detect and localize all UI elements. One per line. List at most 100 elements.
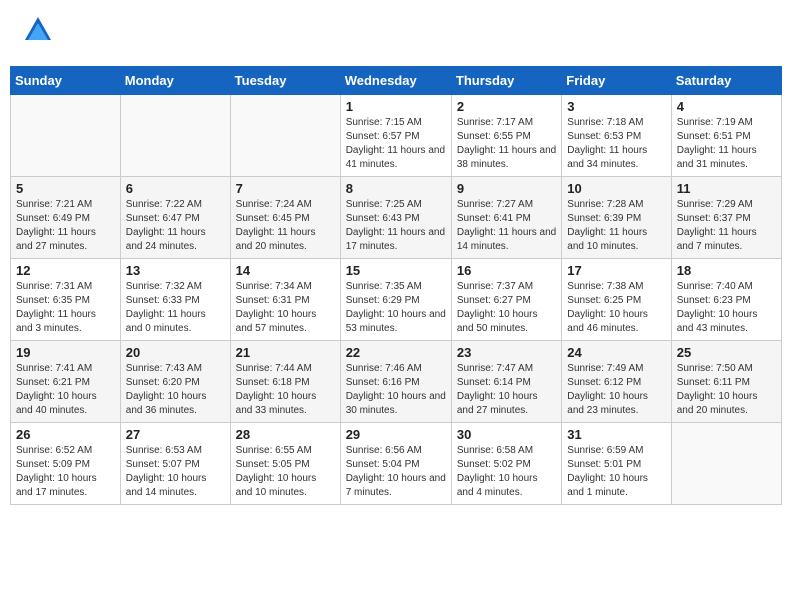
day-info: Sunrise: 7:41 AM Sunset: 6:21 PM Dayligh… bbox=[16, 362, 115, 418]
weekday-header: Friday bbox=[562, 67, 671, 95]
day-number: 19 bbox=[16, 345, 115, 360]
calendar-cell: 10 Sunrise: 7:28 AM Sunset: 6:39 PM Dayli… bbox=[562, 177, 671, 259]
day-number: 14 bbox=[236, 263, 335, 278]
day-number: 21 bbox=[236, 345, 335, 360]
day-number: 22 bbox=[346, 345, 446, 360]
calendar-week-row: 12 Sunrise: 7:31 AM Sunset: 6:35 PM Dayli… bbox=[11, 259, 782, 341]
calendar-cell: 14 Sunrise: 7:34 AM Sunset: 6:31 PM Dayli… bbox=[230, 259, 340, 341]
day-info: Sunrise: 7:31 AM Sunset: 6:35 PM Dayligh… bbox=[16, 280, 115, 336]
day-number: 5 bbox=[16, 181, 115, 196]
day-number: 17 bbox=[567, 263, 665, 278]
day-info: Sunrise: 7:47 AM Sunset: 6:14 PM Dayligh… bbox=[457, 362, 556, 418]
calendar-cell: 3 Sunrise: 7:18 AM Sunset: 6:53 PM Daylig… bbox=[562, 95, 671, 177]
calendar-cell: 9 Sunrise: 7:27 AM Sunset: 6:41 PM Daylig… bbox=[451, 177, 561, 259]
calendar-cell: 13 Sunrise: 7:32 AM Sunset: 6:33 PM Dayli… bbox=[120, 259, 230, 341]
day-number: 9 bbox=[457, 181, 556, 196]
calendar-cell: 25 Sunrise: 7:50 AM Sunset: 6:11 PM Dayli… bbox=[671, 341, 781, 423]
calendar-cell bbox=[120, 95, 230, 177]
calendar-cell: 18 Sunrise: 7:40 AM Sunset: 6:23 PM Dayli… bbox=[671, 259, 781, 341]
calendar-cell: 17 Sunrise: 7:38 AM Sunset: 6:25 PM Dayli… bbox=[562, 259, 671, 341]
day-number: 7 bbox=[236, 181, 335, 196]
day-info: Sunrise: 7:21 AM Sunset: 6:49 PM Dayligh… bbox=[16, 198, 115, 254]
calendar-cell bbox=[11, 95, 121, 177]
calendar-cell: 22 Sunrise: 7:46 AM Sunset: 6:16 PM Dayli… bbox=[340, 341, 451, 423]
day-info: Sunrise: 7:28 AM Sunset: 6:39 PM Dayligh… bbox=[567, 198, 665, 254]
weekday-header: Saturday bbox=[671, 67, 781, 95]
day-number: 8 bbox=[346, 181, 446, 196]
weekday-header: Sunday bbox=[11, 67, 121, 95]
calendar-cell: 2 Sunrise: 7:17 AM Sunset: 6:55 PM Daylig… bbox=[451, 95, 561, 177]
day-number: 3 bbox=[567, 99, 665, 114]
day-number: 23 bbox=[457, 345, 556, 360]
calendar-cell: 20 Sunrise: 7:43 AM Sunset: 6:20 PM Dayli… bbox=[120, 341, 230, 423]
day-info: Sunrise: 7:38 AM Sunset: 6:25 PM Dayligh… bbox=[567, 280, 665, 336]
calendar-cell: 6Sunrise: 7:22 AM Sunset: 6:47 PM Daylig… bbox=[120, 177, 230, 259]
calendar-cell: 24 Sunrise: 7:49 AM Sunset: 6:12 PM Dayli… bbox=[562, 341, 671, 423]
day-number: 15 bbox=[346, 263, 446, 278]
calendar-week-row: 19 Sunrise: 7:41 AM Sunset: 6:21 PM Dayli… bbox=[11, 341, 782, 423]
day-info: Sunrise: 7:35 AM Sunset: 6:29 PM Dayligh… bbox=[346, 280, 446, 336]
logo-icon bbox=[23, 15, 53, 45]
calendar-header-row: SundayMondayTuesdayWednesdayThursdayFrid… bbox=[11, 67, 782, 95]
day-number: 29 bbox=[346, 427, 446, 442]
calendar-cell: 19 Sunrise: 7:41 AM Sunset: 6:21 PM Dayli… bbox=[11, 341, 121, 423]
day-number: 10 bbox=[567, 181, 665, 196]
calendar-cell: 29 Sunrise: 6:56 AM Sunset: 5:04 PM Dayli… bbox=[340, 423, 451, 505]
calendar-cell: 11 Sunrise: 7:29 AM Sunset: 6:37 PM Dayli… bbox=[671, 177, 781, 259]
day-number: 13 bbox=[126, 263, 225, 278]
calendar-cell bbox=[230, 95, 340, 177]
weekday-header: Tuesday bbox=[230, 67, 340, 95]
day-info: Sunrise: 6:53 AM Sunset: 5:07 PM Dayligh… bbox=[126, 444, 225, 500]
day-info: Sunrise: 7:22 AM Sunset: 6:47 PM Dayligh… bbox=[126, 198, 225, 254]
day-number: 12 bbox=[16, 263, 115, 278]
day-info: Sunrise: 7:40 AM Sunset: 6:23 PM Dayligh… bbox=[677, 280, 776, 336]
calendar-cell: 26 Sunrise: 6:52 AM Sunset: 5:09 PM Dayli… bbox=[11, 423, 121, 505]
day-number: 4 bbox=[677, 99, 776, 114]
day-number: 24 bbox=[567, 345, 665, 360]
day-info: Sunrise: 7:24 AM Sunset: 6:45 PM Dayligh… bbox=[236, 198, 335, 254]
day-info: Sunrise: 7:50 AM Sunset: 6:11 PM Dayligh… bbox=[677, 362, 776, 418]
day-info: Sunrise: 7:17 AM Sunset: 6:55 PM Dayligh… bbox=[457, 116, 556, 172]
calendar-cell: 4Sunrise: 7:19 AM Sunset: 6:51 PM Daylig… bbox=[671, 95, 781, 177]
day-number: 2 bbox=[457, 99, 556, 114]
day-info: Sunrise: 7:43 AM Sunset: 6:20 PM Dayligh… bbox=[126, 362, 225, 418]
day-info: Sunrise: 6:59 AM Sunset: 5:01 PM Dayligh… bbox=[567, 444, 665, 500]
day-info: Sunrise: 7:37 AM Sunset: 6:27 PM Dayligh… bbox=[457, 280, 556, 336]
day-info: Sunrise: 6:52 AM Sunset: 5:09 PM Dayligh… bbox=[16, 444, 115, 500]
calendar-cell: 16 Sunrise: 7:37 AM Sunset: 6:27 PM Dayli… bbox=[451, 259, 561, 341]
day-info: Sunrise: 7:29 AM Sunset: 6:37 PM Dayligh… bbox=[677, 198, 776, 254]
calendar-cell: 30 Sunrise: 6:58 AM Sunset: 5:02 PM Dayli… bbox=[451, 423, 561, 505]
day-info: Sunrise: 7:44 AM Sunset: 6:18 PM Dayligh… bbox=[236, 362, 335, 418]
day-info: Sunrise: 7:18 AM Sunset: 6:53 PM Dayligh… bbox=[567, 116, 665, 172]
calendar-cell: 23 Sunrise: 7:47 AM Sunset: 6:14 PM Dayli… bbox=[451, 341, 561, 423]
day-number: 20 bbox=[126, 345, 225, 360]
calendar-cell: 28 Sunrise: 6:55 AM Sunset: 5:05 PM Dayli… bbox=[230, 423, 340, 505]
calendar-week-row: 5 Sunrise: 7:21 AM Sunset: 6:49 PM Daylig… bbox=[11, 177, 782, 259]
day-number: 16 bbox=[457, 263, 556, 278]
day-info: Sunrise: 6:58 AM Sunset: 5:02 PM Dayligh… bbox=[457, 444, 556, 500]
calendar-cell bbox=[671, 423, 781, 505]
calendar-cell: 1 Sunrise: 7:15 AM Sunset: 6:57 PM Daylig… bbox=[340, 95, 451, 177]
day-number: 27 bbox=[126, 427, 225, 442]
weekday-header: Monday bbox=[120, 67, 230, 95]
day-number: 31 bbox=[567, 427, 665, 442]
calendar-cell: 5 Sunrise: 7:21 AM Sunset: 6:49 PM Daylig… bbox=[11, 177, 121, 259]
day-number: 18 bbox=[677, 263, 776, 278]
calendar: SundayMondayTuesdayWednesdayThursdayFrid… bbox=[10, 66, 782, 505]
day-info: Sunrise: 7:46 AM Sunset: 6:16 PM Dayligh… bbox=[346, 362, 446, 418]
day-info: Sunrise: 6:55 AM Sunset: 5:05 PM Dayligh… bbox=[236, 444, 335, 500]
day-info: Sunrise: 7:32 AM Sunset: 6:33 PM Dayligh… bbox=[126, 280, 225, 336]
day-info: Sunrise: 7:15 AM Sunset: 6:57 PM Dayligh… bbox=[346, 116, 446, 172]
day-info: Sunrise: 6:56 AM Sunset: 5:04 PM Dayligh… bbox=[346, 444, 446, 500]
day-number: 28 bbox=[236, 427, 335, 442]
day-number: 30 bbox=[457, 427, 556, 442]
day-number: 11 bbox=[677, 181, 776, 196]
weekday-header: Wednesday bbox=[340, 67, 451, 95]
day-number: 25 bbox=[677, 345, 776, 360]
calendar-week-row: 26 Sunrise: 6:52 AM Sunset: 5:09 PM Dayli… bbox=[11, 423, 782, 505]
day-info: Sunrise: 7:49 AM Sunset: 6:12 PM Dayligh… bbox=[567, 362, 665, 418]
day-info: Sunrise: 7:27 AM Sunset: 6:41 PM Dayligh… bbox=[457, 198, 556, 254]
day-number: 26 bbox=[16, 427, 115, 442]
day-number: 1 bbox=[346, 99, 446, 114]
day-info: Sunrise: 7:34 AM Sunset: 6:31 PM Dayligh… bbox=[236, 280, 335, 336]
